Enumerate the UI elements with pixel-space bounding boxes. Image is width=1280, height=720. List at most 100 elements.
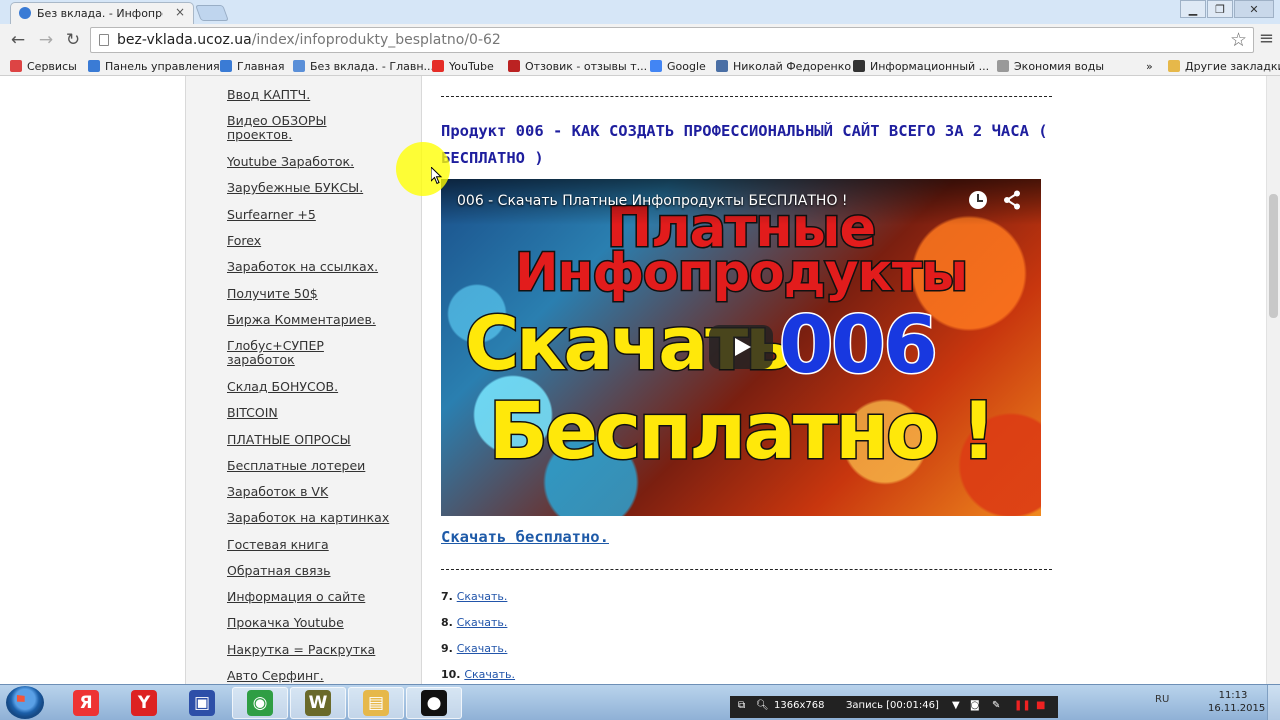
bookmark-item[interactable]: YouTube: [432, 58, 494, 74]
taskbar-app[interactable]: ▤: [348, 687, 404, 719]
reload-button[interactable]: ↻: [63, 30, 83, 50]
taskbar-app[interactable]: Y: [116, 687, 172, 719]
sidebar-link[interactable]: Youtube Заработок.: [227, 155, 387, 169]
bookmark-label: Экономия воды: [1014, 59, 1105, 73]
bookmark-label: Сервисы: [27, 59, 77, 73]
youtube-video-embed[interactable]: Платные Инфопродукты Скачать 006 Бесплат…: [441, 179, 1041, 516]
page-scrollbar[interactable]: [1266, 76, 1280, 684]
sidebar-link[interactable]: Заработок на картинках: [227, 511, 389, 525]
browser-toolbar: ← → ↻ bez-vklada.ucoz.ua/index/infoprodu…: [0, 24, 1280, 56]
taskbar-app[interactable]: ▣: [174, 687, 230, 719]
download-link[interactable]: Скачать.: [457, 616, 508, 629]
item-number: 9.: [441, 642, 453, 655]
download-link[interactable]: Скачать.: [464, 668, 515, 681]
url-host: bez-vklada.ucoz.ua: [117, 32, 252, 48]
tab-active[interactable]: Без вклада. - Инфопродукты ×: [10, 2, 194, 24]
bookmark-item[interactable]: Информационный ...: [853, 58, 989, 74]
forward-button[interactable]: →: [36, 30, 56, 50]
pause-icon[interactable]: ❚❚: [1014, 700, 1031, 711]
address-bar[interactable]: bez-vklada.ucoz.ua/index/infoprodukty_be…: [90, 27, 1254, 53]
bookmark-item[interactable]: Главная: [220, 58, 285, 74]
yandex-browser-icon: Y: [131, 690, 157, 716]
play-button-icon[interactable]: [709, 325, 773, 369]
sidebar-link[interactable]: ПЛАТНЫЕ ОПРОСЫ: [227, 433, 387, 447]
share-icon[interactable]: [1003, 190, 1021, 210]
sidebar-link[interactable]: Информация о сайте: [227, 590, 387, 604]
sidebar-link[interactable]: Получите 50$: [227, 287, 387, 301]
taskbar-app[interactable]: ◉: [232, 687, 288, 719]
sidebar-link[interactable]: Биржа Комментариев.: [227, 313, 387, 327]
maximize-button[interactable]: ❐: [1207, 0, 1233, 18]
sidebar-link[interactable]: Бесплатные лотереи: [227, 459, 387, 473]
bookmark-star-icon[interactable]: ☆: [1230, 29, 1247, 51]
url-text[interactable]: bez-vklada.ucoz.ua/index/infoprodukty_be…: [117, 32, 501, 48]
download-free-link[interactable]: Скачать бесплатно.: [441, 528, 609, 546]
bookmark-item[interactable]: Сервисы: [10, 58, 77, 74]
apps-icon: [10, 60, 22, 72]
bookmark-label: Николай Федоренко: [733, 59, 852, 73]
sidebar-link[interactable]: Ввод КАПТЧ.: [227, 88, 387, 102]
bookmark-label: Без вклада. - Главн...: [310, 59, 435, 73]
watch-later-icon[interactable]: [969, 191, 987, 209]
page-icon: [997, 60, 1009, 72]
item-number: 8.: [441, 616, 453, 629]
tab-close-icon[interactable]: ×: [175, 5, 185, 19]
download-link[interactable]: Скачать.: [457, 590, 508, 603]
taskbar-app[interactable]: ●: [406, 687, 462, 719]
sidebar-link[interactable]: Гостевая книга: [227, 538, 387, 552]
sidebar-link[interactable]: Видео ОБЗОРЫ проектов.: [227, 114, 337, 142]
otzovik-icon: [508, 60, 520, 72]
new-tab-button[interactable]: [195, 5, 229, 21]
taskbar-app[interactable]: Я: [58, 687, 114, 719]
sidebar-link[interactable]: Склад БОНУСОВ.: [227, 380, 387, 394]
download-link[interactable]: Скачать.: [457, 642, 508, 655]
language-indicator[interactable]: RU: [1155, 694, 1169, 705]
video-title[interactable]: 006 - Скачать Платные Инфопродукты БЕСПЛ…: [457, 193, 848, 209]
bookmark-item[interactable]: Экономия воды: [997, 58, 1104, 74]
sidebar-link[interactable]: Forex: [227, 234, 387, 248]
bookmark-item[interactable]: Отзовик - отзывы т...: [508, 58, 647, 74]
camera-icon[interactable]: ◙: [970, 700, 980, 711]
ucoz-icon: [220, 60, 232, 72]
recorder-window-icon[interactable]: ⧉: [738, 700, 745, 711]
ucoz-icon: [88, 60, 100, 72]
taskbar-app[interactable]: W: [290, 687, 346, 719]
bookmark-item[interactable]: Google: [650, 58, 706, 74]
other-bookmarks[interactable]: Другие закладки: [1168, 58, 1280, 74]
item-number: 10.: [441, 668, 461, 681]
bookmark-item[interactable]: Панель управления: [88, 58, 220, 74]
sidebar-link[interactable]: BITCOIN: [227, 406, 387, 420]
back-button[interactable]: ←: [8, 30, 28, 50]
chrome-menu-icon[interactable]: ≡: [1259, 30, 1274, 48]
bookmark-item[interactable]: Николай Федоренко: [716, 58, 851, 74]
sidebar-link[interactable]: Зарубежные БУКСЫ.: [227, 181, 387, 195]
show-desktop-button[interactable]: [1267, 685, 1280, 720]
clock[interactable]: 11:13 16.11.2015: [1208, 689, 1266, 715]
sidebar-link[interactable]: Накрутка = Раскрутка: [227, 643, 387, 657]
scrollbar-thumb[interactable]: [1269, 194, 1278, 318]
other-bookmarks-label: Другие закладки: [1185, 59, 1280, 73]
stop-icon[interactable]: ■: [1036, 700, 1045, 711]
close-window-button[interactable]: ✕: [1234, 0, 1274, 18]
zoom-icon[interactable]: 🔍︎: [756, 700, 769, 711]
start-button[interactable]: [6, 686, 44, 719]
sidebar-link[interactable]: Прокачка Youtube: [227, 616, 387, 630]
product-title: Продукт 006 - КАК СОЗДАТЬ ПРОФЕССИОНАЛЬН…: [441, 122, 1048, 167]
window-controls: ▁ ❐ ✕: [1179, 0, 1274, 18]
bookmark-label: Google: [667, 59, 706, 73]
google-icon: [650, 60, 662, 72]
clock-date: 16.11.2015: [1208, 703, 1266, 714]
bookmark-label: Панель управления: [105, 59, 220, 73]
sidebar-link[interactable]: Surfearner +5: [227, 208, 387, 222]
clock-time: 11:13: [1218, 690, 1248, 701]
bookmark-item[interactable]: Без вклада. - Главн...: [293, 58, 434, 74]
recorder-dropdown-icon[interactable]: ▼: [952, 700, 960, 711]
sidebar-link[interactable]: Заработок на ссылках.: [227, 260, 387, 274]
sidebar-link[interactable]: Глобус+СУПЕР заработок: [227, 339, 337, 367]
sidebar-link[interactable]: Авто Серфинг.: [227, 669, 387, 683]
pen-icon[interactable]: ✎: [992, 700, 1000, 711]
sidebar-link[interactable]: Обратная связь: [227, 564, 387, 578]
minimize-button[interactable]: ▁: [1180, 0, 1206, 18]
bookmarks-more-button[interactable]: »: [1146, 58, 1153, 74]
sidebar-link[interactable]: Заработок в VK: [227, 485, 387, 499]
